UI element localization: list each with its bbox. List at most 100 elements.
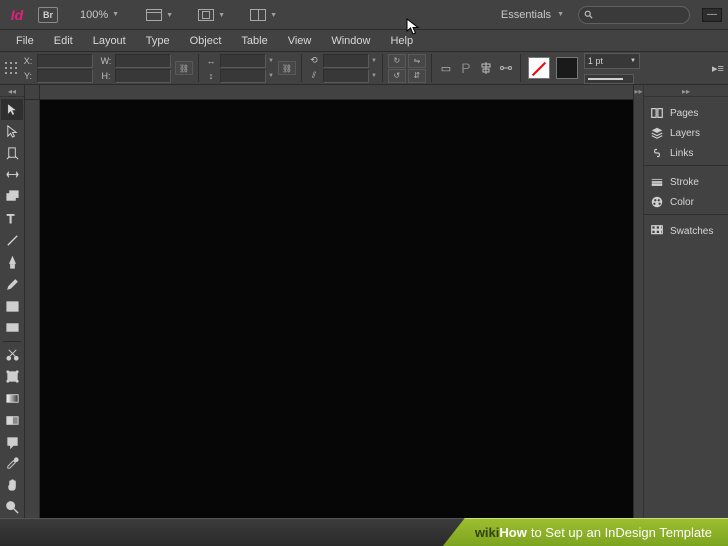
minimize-window-button[interactable]: — bbox=[702, 8, 722, 22]
stroke-weight-input[interactable]: 1 pt▼ bbox=[584, 53, 640, 69]
selection-tool[interactable] bbox=[1, 99, 23, 120]
horizontal-ruler[interactable] bbox=[40, 85, 633, 100]
layers-panel-tab[interactable]: Layers bbox=[644, 123, 728, 143]
document-canvas[interactable] bbox=[40, 85, 633, 546]
links-icon bbox=[650, 146, 664, 160]
select-container-button[interactable]: ▭ bbox=[437, 54, 455, 82]
stroke-style-dropdown[interactable] bbox=[584, 74, 634, 84]
menu-edit[interactable]: Edit bbox=[44, 32, 83, 50]
color-panel-tab[interactable]: Color bbox=[644, 192, 728, 212]
scissors-tool[interactable] bbox=[1, 344, 23, 365]
w-label: W: bbox=[99, 56, 113, 66]
caption-banner: wikiHow to Set up an InDesign Template bbox=[0, 518, 728, 546]
scale-y-icon: ↕ bbox=[204, 71, 218, 81]
line-tool[interactable] bbox=[1, 230, 23, 251]
caption-title: to Set up an InDesign Template bbox=[531, 525, 712, 540]
help-search-input[interactable] bbox=[578, 6, 690, 24]
workspace-switcher[interactable]: Essentials ▼ bbox=[501, 9, 564, 21]
type-tool[interactable]: T bbox=[1, 208, 23, 229]
screen-mode-button[interactable]: ▼ bbox=[141, 5, 167, 25]
shear-input[interactable] bbox=[323, 69, 369, 83]
caption-brand-1: wiki bbox=[475, 525, 500, 540]
menu-type[interactable]: Type bbox=[136, 32, 180, 50]
workspace: ◂◂ T ▸▸ ▸▸ Pages bbox=[0, 85, 728, 546]
gap-tool[interactable] bbox=[1, 165, 23, 186]
flip-vertical-button[interactable]: ⇵ bbox=[408, 69, 426, 83]
panel-group-3: Swatches bbox=[644, 219, 728, 243]
tools-collapse-button[interactable]: ◂◂ bbox=[0, 87, 24, 97]
menu-table[interactable]: Table bbox=[231, 32, 277, 50]
stroke-panel-tab[interactable]: Stroke bbox=[644, 172, 728, 192]
panel-dock: ▸▸ ▸▸ Pages Layers Links bbox=[633, 85, 728, 546]
bridge-button[interactable]: Br bbox=[38, 7, 58, 23]
direct-selection-tool[interactable] bbox=[1, 121, 23, 142]
screen-mode-icon bbox=[146, 9, 162, 21]
ruler-origin[interactable] bbox=[25, 85, 40, 100]
distribute-button[interactable] bbox=[497, 54, 515, 82]
menu-layout[interactable]: Layout bbox=[83, 32, 136, 50]
constrain-proportions-button[interactable]: ⛓ bbox=[175, 61, 193, 75]
gradient-feather-tool[interactable] bbox=[1, 410, 23, 431]
rectangle-tool[interactable] bbox=[1, 317, 23, 338]
align-button[interactable] bbox=[477, 54, 495, 82]
eyedropper-tool[interactable] bbox=[1, 454, 23, 475]
scale-x-icon: ↔ bbox=[204, 56, 218, 66]
chevron-down-icon: ▼ bbox=[166, 12, 173, 19]
rotate-90-ccw-button[interactable]: ↺ bbox=[388, 69, 406, 83]
color-icon bbox=[650, 195, 664, 209]
width-input[interactable] bbox=[115, 54, 171, 68]
free-transform-tool[interactable] bbox=[1, 366, 23, 387]
menu-help[interactable]: Help bbox=[380, 32, 423, 50]
swatches-label: Swatches bbox=[670, 226, 713, 237]
y-position-input[interactable] bbox=[37, 69, 93, 83]
panel-dock-rail[interactable]: ▸▸ bbox=[634, 85, 644, 546]
content-collector-tool[interactable] bbox=[1, 186, 23, 207]
control-panel-menu[interactable]: ▸≡ bbox=[711, 54, 725, 82]
links-panel-tab[interactable]: Links bbox=[644, 143, 728, 163]
view-options-button[interactable]: ▼ bbox=[193, 5, 219, 25]
menu-object[interactable]: Object bbox=[180, 32, 232, 50]
svg-text:T: T bbox=[6, 212, 14, 226]
menu-bar: File Edit Layout Type Object Table View … bbox=[0, 30, 728, 52]
stroke-swatch-black[interactable] bbox=[556, 57, 578, 79]
fill-swatch-none[interactable] bbox=[528, 57, 550, 79]
scale-x-input[interactable] bbox=[220, 54, 266, 68]
arrange-documents-button[interactable]: ▼ bbox=[245, 5, 271, 25]
reference-point-proxy[interactable] bbox=[3, 54, 19, 82]
layers-label: Layers bbox=[670, 128, 700, 139]
pages-panel-tab[interactable]: Pages bbox=[644, 103, 728, 123]
application-bar: Id Br 100% ▼ ▼ ▼ ▼ Essentials ▼ — bbox=[0, 0, 728, 30]
panel-group-1: Pages Layers Links bbox=[644, 101, 728, 166]
pen-tool[interactable] bbox=[1, 252, 23, 273]
zoom-level-dropdown[interactable]: 100% ▼ bbox=[76, 7, 123, 23]
menu-window[interactable]: Window bbox=[321, 32, 380, 50]
note-tool[interactable] bbox=[1, 432, 23, 453]
swatches-panel-tab[interactable]: Swatches bbox=[644, 221, 728, 241]
rotate-90-cw-button[interactable]: ↻ bbox=[388, 54, 406, 68]
height-input[interactable] bbox=[115, 69, 171, 83]
flip-horizontal-button[interactable]: ⇋ bbox=[408, 54, 426, 68]
y-label: Y: bbox=[21, 71, 35, 81]
constrain-scale-button[interactable]: ⛓ bbox=[278, 61, 296, 75]
rectangle-frame-tool[interactable] bbox=[1, 296, 23, 317]
scale-y-input[interactable] bbox=[220, 69, 266, 83]
x-position-input[interactable] bbox=[37, 54, 93, 68]
workspace-label: Essentials bbox=[501, 9, 551, 21]
chevron-down-icon: ▼ bbox=[112, 11, 119, 18]
tools-panel: ◂◂ T bbox=[0, 85, 25, 546]
rotation-input[interactable] bbox=[323, 54, 369, 68]
pages-label: Pages bbox=[670, 108, 698, 119]
page-tool[interactable] bbox=[1, 143, 23, 164]
vertical-ruler[interactable] bbox=[25, 85, 40, 546]
gradient-swatch-tool[interactable] bbox=[1, 388, 23, 409]
menu-file[interactable]: File bbox=[6, 32, 44, 50]
hand-tool[interactable] bbox=[1, 475, 23, 496]
zoom-value: 100% bbox=[80, 9, 108, 21]
pencil-tool[interactable] bbox=[1, 274, 23, 295]
color-label: Color bbox=[670, 197, 694, 208]
panel-dock-collapse[interactable]: ▸▸ bbox=[644, 87, 728, 97]
paragraph-style-icon: P bbox=[457, 54, 475, 82]
zoom-tool[interactable] bbox=[1, 497, 23, 518]
menu-view[interactable]: View bbox=[278, 32, 322, 50]
shear-icon: ⫽ bbox=[307, 70, 321, 81]
